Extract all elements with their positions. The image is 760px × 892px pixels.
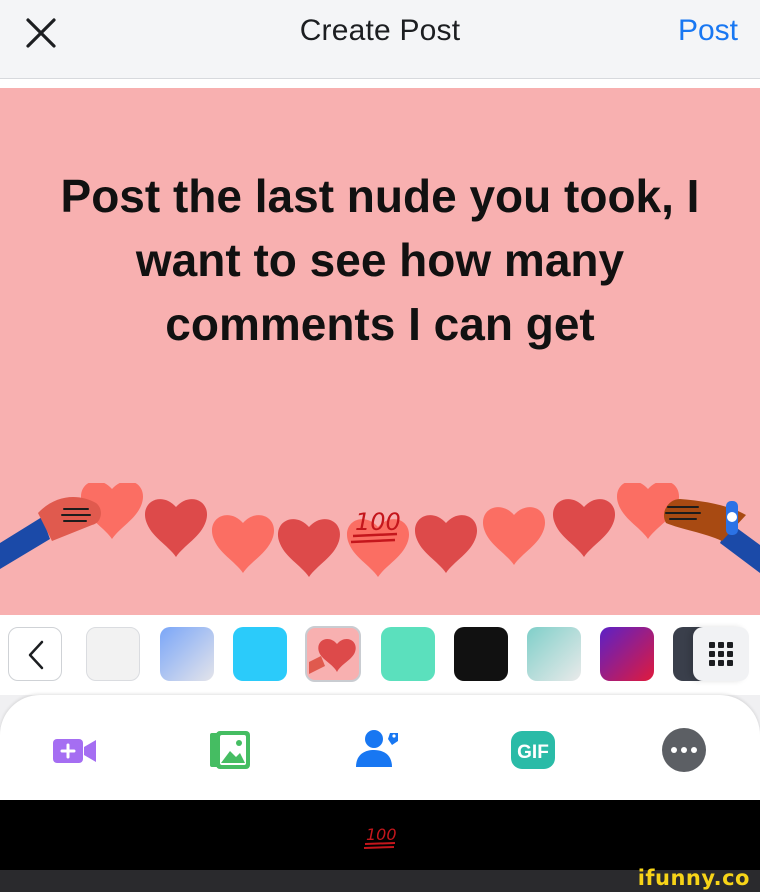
toolbar-panel: GIF — [0, 695, 760, 800]
hundred-points-emoji: 100 — [363, 825, 397, 849]
more-icon — [662, 728, 706, 772]
watermark: ifunny.co — [637, 866, 750, 890]
post-text[interactable]: Post the last nude you took, I want to s… — [40, 164, 720, 356]
background-picker — [0, 615, 760, 695]
swatch-blue-gradient[interactable] — [160, 627, 214, 681]
swatch-white[interactable] — [86, 627, 140, 681]
more-backgrounds-button[interactable] — [693, 627, 749, 681]
post-button[interactable]: Post — [678, 14, 738, 48]
photo-button[interactable] — [206, 725, 256, 775]
photo-icon — [210, 731, 250, 769]
swatch-teal-gradient[interactable] — [527, 627, 581, 681]
swatch-mint[interactable] — [381, 627, 435, 681]
composer-toolbar: GIF — [0, 695, 760, 800]
live-video-button[interactable] — [50, 725, 100, 775]
more-options-button[interactable] — [659, 725, 709, 775]
svg-text:100: 100 — [366, 825, 397, 844]
gif-icon: GIF — [511, 731, 555, 769]
post-canvas[interactable]: Post the last nude you took, I want to s… — [0, 88, 760, 615]
swatch-hearts-selected[interactable] — [305, 626, 361, 682]
gif-label: GIF — [517, 742, 549, 763]
chevron-left-icon — [28, 640, 44, 670]
tag-people-icon — [356, 730, 398, 767]
picker-back-button[interactable] — [8, 627, 62, 681]
live-video-icon — [53, 739, 96, 763]
divider — [0, 79, 760, 88]
swatch-purple-red-gradient[interactable] — [600, 627, 654, 681]
tag-people-button[interactable] — [352, 725, 402, 775]
hundred-points-emoji-sticker[interactable]: 100 — [345, 500, 405, 548]
heart-thumbnail-icon — [309, 638, 356, 674]
header-bar: Create Post Post — [0, 0, 760, 79]
gif-button[interactable]: GIF — [508, 725, 558, 775]
swatch-cyan[interactable] — [233, 627, 287, 681]
grid-icon — [709, 642, 733, 666]
swatch-black[interactable] — [454, 627, 508, 681]
svg-text:100: 100 — [355, 508, 401, 536]
page-title: Create Post — [299, 14, 461, 47]
